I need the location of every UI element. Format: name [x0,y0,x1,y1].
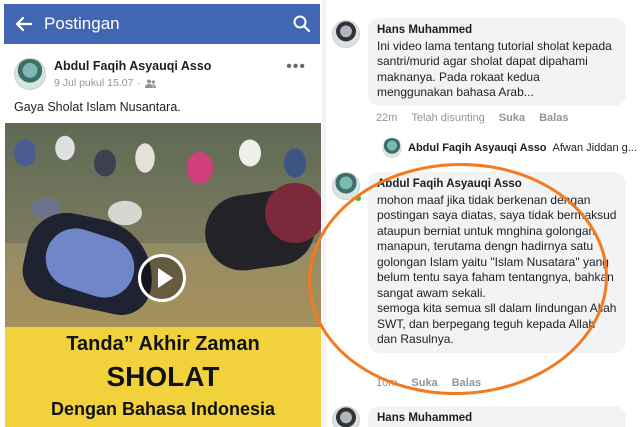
play-icon[interactable] [138,254,186,302]
reply-preview[interactable]: Abdul Faqih Asyauqi Asso Afwan Jiddan g.… [382,138,637,158]
comment-time: 22m [376,112,398,124]
comment-author[interactable]: Abdul Faqih Asyauqi Asso [377,177,617,193]
comment-actions: 10m Suka Balas [376,377,481,389]
friends-icon [144,79,156,88]
post-meta: 9 Jul pukul 15.07 · [54,77,156,89]
reply-button[interactable]: Balas [452,377,481,389]
reply-button[interactable]: Balas [539,112,568,124]
avatar[interactable] [332,406,360,427]
top-bar: Postingan [4,4,320,44]
online-indicator [354,194,362,202]
page-title: Postingan [44,14,120,33]
comment-bubble: Hans Muhammed Ini video lama tentang tut… [368,18,626,106]
post-video[interactable]: Tanda” Akhir Zaman SHOLAT Dengan Bahasa … [5,123,321,427]
comment-actions: 22m Telah disunting Suka Balas [376,112,568,124]
banner-line-1: Tanda” Akhir Zaman [66,333,260,355]
comment-author[interactable]: Hans Muhammed [377,411,617,427]
comment-time: 10m [376,377,398,389]
post-panel: Postingan Abdul Faqih Asyauqi Asso 9 Jul… [0,0,322,427]
avatar [382,138,402,158]
comment-bubble: Abdul Faqih Asyauqi Asso mohon maaf jika… [368,172,626,353]
back-arrow-icon [15,16,33,32]
like-button[interactable]: Suka [411,377,437,389]
like-button[interactable]: Suka [499,112,525,124]
reply-author: Abdul Faqih Asyauqi Asso [408,142,547,154]
search-icon[interactable] [292,14,312,34]
post-date[interactable]: 9 Jul pukul 15.07 [54,77,133,89]
post-header: Abdul Faqih Asyauqi Asso 9 Jul pukul 15.… [14,58,314,94]
avatar[interactable] [332,20,360,48]
comment-edited: Telah disunting [411,112,485,124]
comment-text: Ini video lama tentang tutorial sholat k… [377,38,612,100]
comments-panel: Hans Muhammed Ini video lama tentang tut… [326,0,640,427]
reply-snippet: Afwan Jiddan g... [552,142,637,154]
back-button[interactable] [4,4,44,44]
post-author[interactable]: Abdul Faqih Asyauqi Asso [54,59,211,73]
comment-author[interactable]: Hans Muhammed [377,23,617,39]
post-caption: Gaya Sholat Islam Nusantara. [14,100,181,114]
banner-line-2: SHOLAT [106,361,220,392]
comment-bubble: Hans Muhammed [368,406,626,427]
banner-line-3: Dengan Bahasa Indonesia [50,399,276,419]
comment-text-2: semoga kita semua sll dalam lindungan Al… [377,301,617,346]
video-banner: Tanda” Akhir Zaman SHOLAT Dengan Bahasa … [5,327,321,427]
comment-text: mohon maaf jika tidak berkenan dengan po… [377,192,617,300]
avatar[interactable] [14,58,46,90]
more-icon[interactable]: ••• [286,58,306,76]
